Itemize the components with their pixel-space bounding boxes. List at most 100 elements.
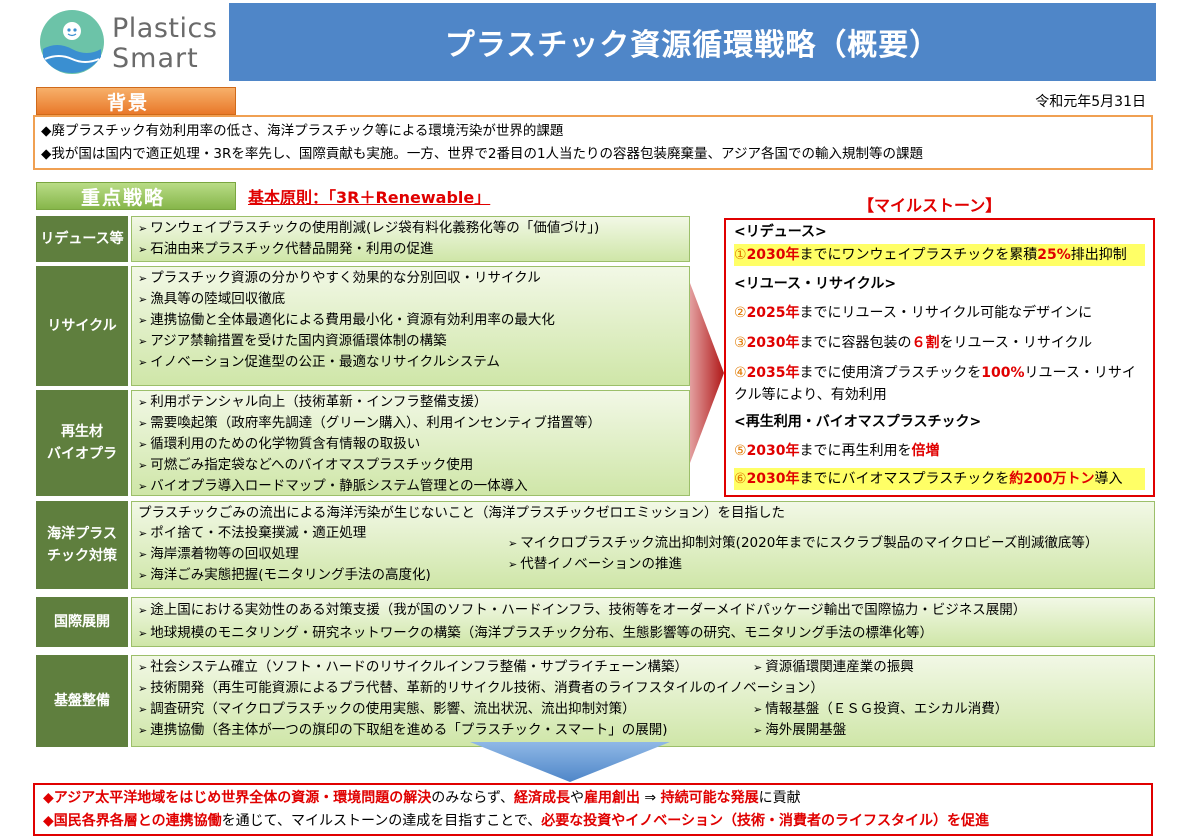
text: を通じて、マイルストーンの達成を目指すことで、	[221, 813, 542, 829]
row-label-text: リデュース等	[40, 231, 124, 247]
milestone-num: ④	[734, 365, 747, 381]
logo-text-line2: Smart	[112, 43, 199, 74]
row-label-text: 再生材	[61, 424, 103, 440]
milestone-text: までに使用済プラスチックを	[799, 365, 982, 381]
row-body-recycle: プラスチック資源の分かりやすく効果的な分別回収・リサイクル 漁具等の陸域回収徹底…	[131, 266, 690, 386]
list-item: 連携協働（各主体が一つの旗印の下取組を進める「プラスチック・スマート」の展開)	[138, 720, 753, 741]
list-item: イノベーション促進型の公正・最適なリサイクルシステム	[138, 352, 683, 373]
milestone-value: 25%	[1037, 247, 1071, 263]
row-label-text: 国際展開	[54, 614, 110, 630]
background-box: ◆廃プラスチック有効利用率の低さ、海洋プラスチック等による環境汚染が世界的課題 …	[33, 115, 1153, 170]
milestone-text: までに容器包装の	[799, 335, 912, 351]
milestone-text: までにリユース・リサイクル可能なデザインに	[799, 305, 1093, 321]
text: 経済成長	[513, 790, 570, 806]
row-body-international: 途上国における実効性のある対策支援（我が国のソフト・ハードインフラ、技術等をオー…	[131, 597, 1155, 647]
text: や	[569, 790, 584, 806]
row-label-text: 基盤整備	[54, 693, 110, 709]
milestone-4: ④2035年までに使用済プラスチックを100%リユース・リサイクル等により、有効…	[734, 362, 1145, 406]
conclusion-box: ◆アジア太平洋地域をはじめ世界全体の資源・環境問題の解決のみならず、経済成長や雇…	[33, 783, 1153, 836]
logo: Plastics Smart	[33, 3, 229, 81]
milestone-text: までにバイオマスプラスチックを	[799, 471, 1010, 487]
milestone-year: 2030年	[746, 443, 800, 459]
list-item: アジア禁輸措置を受けた国内資源循環体制の構築	[138, 331, 683, 352]
list-item: 利用ポテンシャル向上（技術革新・インフラ整備支援）	[138, 392, 683, 413]
milestone-head-reduce: <リデュース>	[734, 224, 827, 240]
basic-principle: 基本原則：「3R＋Renewable」	[248, 188, 491, 207]
list-item: 技術開発（再生可能資源によるプラ代替、革新的リサイクル技術、消費者のライフスタイ…	[138, 678, 824, 699]
row-label-text: チック対策	[47, 548, 117, 564]
milestone-5: ⑤2030年までに再生利用を倍増	[734, 440, 1145, 462]
row-label-marine: 海洋プラス チック対策	[36, 501, 128, 589]
milestone-text: 排出抑制	[1070, 247, 1127, 263]
list-item: ポイ捨て・不法投棄撲滅・適正処理	[138, 523, 508, 544]
background-line-1: ◆廃プラスチック有効利用率の低さ、海洋プラスチック等による環境汚染が世界的課題	[41, 123, 564, 139]
milestone-1: ①2030年までにワンウェイプラスチックを累積25%排出抑制	[734, 244, 1145, 266]
background-line-2: ◆我が国は国内で適正処理・3Rを率先し、国際貢献も実施。一方、世界で2番目の1人…	[41, 146, 923, 162]
background-tab: 背景	[36, 87, 236, 115]
row-label-reduce: リデュース等	[36, 216, 128, 262]
milestone-6: ⑥2030年までにバイオマスプラスチックを約200万トン導入	[734, 468, 1145, 490]
text: ◆アジア太平洋地域をはじめ世界全体の資源・環境問題の解決	[43, 790, 432, 806]
text: のみならず、	[431, 790, 514, 806]
milestone-text: をリユース・リサイクル	[939, 335, 1093, 351]
strategy-tab: 重点戦略	[36, 182, 236, 210]
text: に貢献	[758, 790, 801, 806]
milestone-2: ②2025年までにリユース・リサイクル可能なデザインに	[734, 302, 1145, 324]
list-item: 資源循環関連産業の振興	[753, 657, 1008, 678]
list-item: プラスチック資源の分かりやすく効果的な分別回収・リサイクル	[138, 268, 683, 289]
list-item: 需要喚起策（政府率先調達（グリーン購入）、利用インセンティブ措置等）	[138, 413, 683, 434]
milestone-title: 【マイルストーン】	[858, 196, 1002, 215]
list-item: 途上国における実効性のある対策支援（我が国のソフト・ハードインフラ、技術等をオー…	[138, 599, 1148, 622]
milestone-value: 倍増	[911, 443, 940, 459]
list-item: バイオプラ導入ロードマップ・静脈システム管理との一体導入	[138, 476, 683, 497]
text: 必要な投資やイノベーション（技術・消費者のライフスタイル）を促進	[541, 813, 989, 829]
milestone-text: 導入	[1094, 471, 1123, 487]
row-body-marine: プラスチックごみの流出による海洋汚染が生じないこと（海洋プラスチックゼロエミッシ…	[131, 501, 1155, 589]
milestone-num: ②	[734, 305, 747, 321]
list-item: 代替イノベーションの推進	[508, 554, 1098, 575]
milestone-num: ③	[734, 335, 747, 351]
background-tab-label: 背景	[107, 91, 150, 114]
row-body-reduce: ワンウェイプラスチックの使用削減(レジ袋有料化義務化等の「価値づけ」) 石油由来…	[131, 216, 690, 262]
strategy-tab-label: 重点戦略	[81, 186, 166, 209]
milestone-num: ⑤	[734, 443, 747, 459]
plastics-smart-emblem-icon	[40, 10, 104, 74]
row-label-recycle: リサイクル	[36, 266, 128, 386]
list-item: 社会システム確立（ソフト・ハードのリサイクルインフラ整備・サプライチェーン構築）	[138, 657, 753, 678]
milestone-value: 約200万トン	[1009, 471, 1095, 487]
row-label-infrastructure: 基盤整備	[36, 655, 128, 747]
list-item: 地球規模のモニタリング・研究ネットワークの構築（海洋プラスチック分布、生態影響等…	[138, 622, 1148, 645]
list-item: 可燃ごみ指定袋などへのバイオマスプラスチック使用	[138, 455, 683, 476]
milestone-num: ①	[734, 247, 747, 263]
list-item: 循環利用のための化学物質含有情報の取扱い	[138, 434, 683, 455]
milestone-year: 2030年	[746, 471, 800, 487]
down-arrow-icon	[470, 742, 670, 782]
marine-intro: プラスチックごみの流出による海洋汚染が生じないこと（海洋プラスチックゼロエミッシ…	[138, 505, 786, 521]
row-label-text: リサイクル	[47, 318, 117, 334]
list-item: 石油由来プラスチック代替品開発・利用の促進	[138, 239, 683, 260]
milestone-head-bio: <再生利用・バイオマスプラスチック>	[734, 414, 982, 430]
milestone-num: ⑥	[734, 471, 747, 487]
milestone-3: ③2030年までに容器包装の６割をリユース・リサイクル	[734, 332, 1145, 354]
row-body-bioplastics: 利用ポテンシャル向上（技術革新・インフラ整備支援） 需要喚起策（政府率先調達（グ…	[131, 390, 690, 496]
row-label-text: バイオプラ	[47, 446, 117, 462]
milestone-box: <リデュース> ①2030年までにワンウェイプラスチックを累積25%排出抑制 <…	[724, 218, 1155, 497]
text: ◆国民各界各層との連携協働	[43, 813, 222, 829]
milestone-text: までにワンウェイプラスチックを累積	[799, 247, 1038, 263]
milestone-head-reuse: <リユース・リサイクル>	[734, 276, 897, 292]
milestone-year: 2030年	[746, 335, 800, 351]
list-item: 情報基盤（ＥＳＧ投資、エシカル消費）	[753, 699, 1008, 720]
milestone-value: 100%	[981, 365, 1025, 381]
milestone-year: 2030年	[746, 247, 800, 263]
list-item: 海洋ごみ実態把握(モニタリング手法の高度化)	[138, 565, 508, 586]
title-bar: プラスチック資源循環戦略（概要）	[229, 3, 1156, 81]
conclusion-line-1: ◆アジア太平洋地域をはじめ世界全体の資源・環境問題の解決のみならず、経済成長や雇…	[43, 787, 1143, 810]
page-title: プラスチック資源循環戦略（概要）	[444, 28, 941, 63]
list-item: ワンウェイプラスチックの使用削減(レジ袋有料化義務化等の「価値づけ」)	[138, 218, 683, 239]
row-label-bioplastics: 再生材 バイオプラ	[36, 390, 128, 496]
list-item: 調査研究（マイクロプラスチックの使用実態、影響、流出状況、流出抑制対策）	[138, 699, 753, 720]
list-item: マイクロプラスチック流出抑制対策(2020年までにスクラブ製品のマイクロビーズ削…	[508, 533, 1098, 554]
text: 持続可能な発展	[660, 790, 759, 806]
date-label: 令和元年5月31日	[1035, 94, 1146, 110]
list-item: 海外展開基盤	[753, 720, 1008, 741]
